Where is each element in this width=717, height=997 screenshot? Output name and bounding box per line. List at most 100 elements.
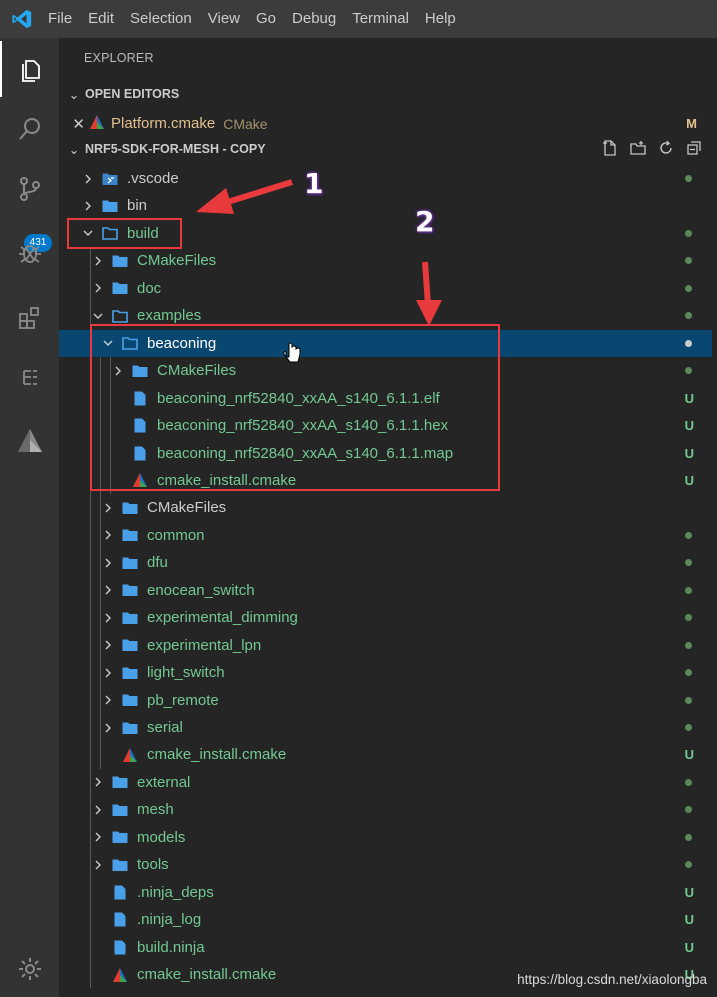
chevron-right-icon[interactable] <box>101 640 115 650</box>
chevron-right-icon[interactable] <box>101 668 115 678</box>
git-status-dot <box>685 531 692 539</box>
tree-item[interactable]: .ninja_log U <box>59 906 712 933</box>
chevron-right-icon[interactable] <box>81 174 95 184</box>
cmake-icon[interactable] <box>0 413 59 469</box>
menu-edit[interactable]: Edit <box>80 0 122 38</box>
tree-item-label: .ninja_deps <box>137 883 214 901</box>
tree-item[interactable]: light_switch <box>59 659 712 686</box>
tree-item[interactable]: bin <box>59 192 712 219</box>
folder-icon <box>121 581 139 599</box>
chevron-right-icon[interactable] <box>101 585 115 595</box>
refresh-icon[interactable] <box>657 139 675 160</box>
tree-item[interactable]: cmake_install.cmake U <box>59 741 712 768</box>
extensions-icon[interactable] <box>0 290 59 346</box>
tree-item[interactable]: experimental_dimming <box>59 604 712 631</box>
git-status-dot <box>685 312 692 320</box>
explorer-icon[interactable] <box>0 41 59 97</box>
chevron-right-icon[interactable] <box>101 723 115 733</box>
cmake-file-icon <box>121 746 139 764</box>
open-editor-item[interactable]: ✕ Platform.cmake CMake M <box>59 110 717 137</box>
chevron-right-icon[interactable] <box>91 256 105 266</box>
tree-item[interactable]: enocean_switch <box>59 577 712 604</box>
git-status-dot <box>685 614 692 622</box>
tree-item-label: experimental_lpn <box>147 636 262 654</box>
tree-item-label: tools <box>137 856 169 874</box>
tree-item[interactable]: pb_remote <box>59 687 712 714</box>
git-status-dot <box>685 339 692 347</box>
tree-item-label: enocean_switch <box>147 581 255 599</box>
tree-item-label: cmake_install.cmake <box>147 746 287 764</box>
tree-item-label: examples <box>137 307 202 325</box>
tree-item[interactable]: dfu <box>59 549 712 576</box>
menu-help[interactable]: Help <box>417 0 464 38</box>
new-folder-icon[interactable] <box>629 139 647 160</box>
tree-item[interactable]: CMakeFiles <box>59 247 712 274</box>
menu-view[interactable]: View <box>200 0 248 38</box>
chevron-right-icon[interactable] <box>91 860 105 870</box>
chevron-down-icon: ⌄ <box>68 87 80 102</box>
tree-item[interactable]: CMakeFiles <box>59 494 712 521</box>
git-status-dot <box>685 724 692 731</box>
folder-icon <box>111 856 129 874</box>
tree-item-label: models <box>137 828 186 846</box>
debug-icon[interactable] <box>0 225 59 281</box>
tree-icon[interactable] <box>0 350 59 406</box>
menu-go[interactable]: Go <box>248 0 284 38</box>
git-status-dot <box>685 284 692 292</box>
modified-badge: M <box>686 116 697 131</box>
annotation-number-2: 2 <box>415 205 435 238</box>
cmake-file-icon <box>111 966 129 984</box>
folder-icon <box>101 197 119 215</box>
chevron-down-icon: ⌄ <box>68 142 80 157</box>
file-icon <box>111 883 129 901</box>
new-file-icon[interactable] <box>601 139 619 160</box>
chevron-right-icon[interactable] <box>81 201 95 211</box>
chevron-right-icon[interactable] <box>91 777 105 787</box>
menu-file[interactable]: File <box>40 0 80 38</box>
highlight-box-build <box>67 218 182 249</box>
chevron-right-icon[interactable] <box>101 530 115 540</box>
tree-item[interactable]: models <box>59 824 712 851</box>
menu-debug[interactable]: Debug <box>284 0 344 38</box>
open-editors-label: OPEN EDITORS <box>85 87 180 101</box>
project-header[interactable]: ⌄ NRF5-SDK-FOR-MESH - COPY <box>59 137 717 161</box>
folder-icon <box>121 554 139 572</box>
folder-icon <box>111 801 129 819</box>
tree-item-label: dfu <box>147 554 168 572</box>
folder-icon <box>111 279 129 297</box>
tree-item[interactable]: serial <box>59 714 712 741</box>
chevron-right-icon[interactable] <box>101 695 115 705</box>
tree-item[interactable]: mesh <box>59 796 712 823</box>
git-status-badge: U <box>684 747 694 763</box>
tree-item[interactable]: external <box>59 769 712 796</box>
folder-icon <box>111 252 129 270</box>
menu-selection[interactable]: Selection <box>122 0 200 38</box>
chevron-right-icon[interactable] <box>101 558 115 568</box>
gear-icon[interactable] <box>0 941 59 997</box>
source-control-icon[interactable] <box>0 161 59 217</box>
tree-item[interactable]: doc <box>59 275 712 302</box>
tree-item[interactable]: experimental_lpn <box>59 632 712 659</box>
folder-icon <box>121 609 139 627</box>
tree-item[interactable]: .ninja_deps U <box>59 879 712 906</box>
git-status-dot <box>685 175 692 182</box>
chevron-right-icon[interactable] <box>91 283 105 293</box>
chevron-right-icon[interactable] <box>101 613 115 623</box>
collapse-all-icon[interactable] <box>685 139 703 160</box>
search-icon[interactable] <box>0 101 59 157</box>
chevron-right-icon[interactable] <box>91 832 105 842</box>
tree-item[interactable]: build.ninja U <box>59 934 712 961</box>
open-editors-header[interactable]: ⌄ OPEN EDITORS <box>59 82 717 106</box>
tree-item[interactable]: tools <box>59 851 712 878</box>
folder-icon <box>121 719 139 737</box>
tree-item[interactable]: common <box>59 522 712 549</box>
chevron-down-icon[interactable] <box>91 311 105 321</box>
chevron-right-icon[interactable] <box>91 805 105 815</box>
close-icon[interactable]: ✕ <box>59 115 85 133</box>
folder-icon <box>121 526 139 544</box>
file-icon <box>111 938 129 956</box>
chevron-right-icon[interactable] <box>101 503 115 513</box>
tree-item[interactable]: .vscode <box>59 165 712 192</box>
menu-bar: File Edit Selection View Go Debug Termin… <box>0 0 717 38</box>
menu-terminal[interactable]: Terminal <box>344 0 417 38</box>
